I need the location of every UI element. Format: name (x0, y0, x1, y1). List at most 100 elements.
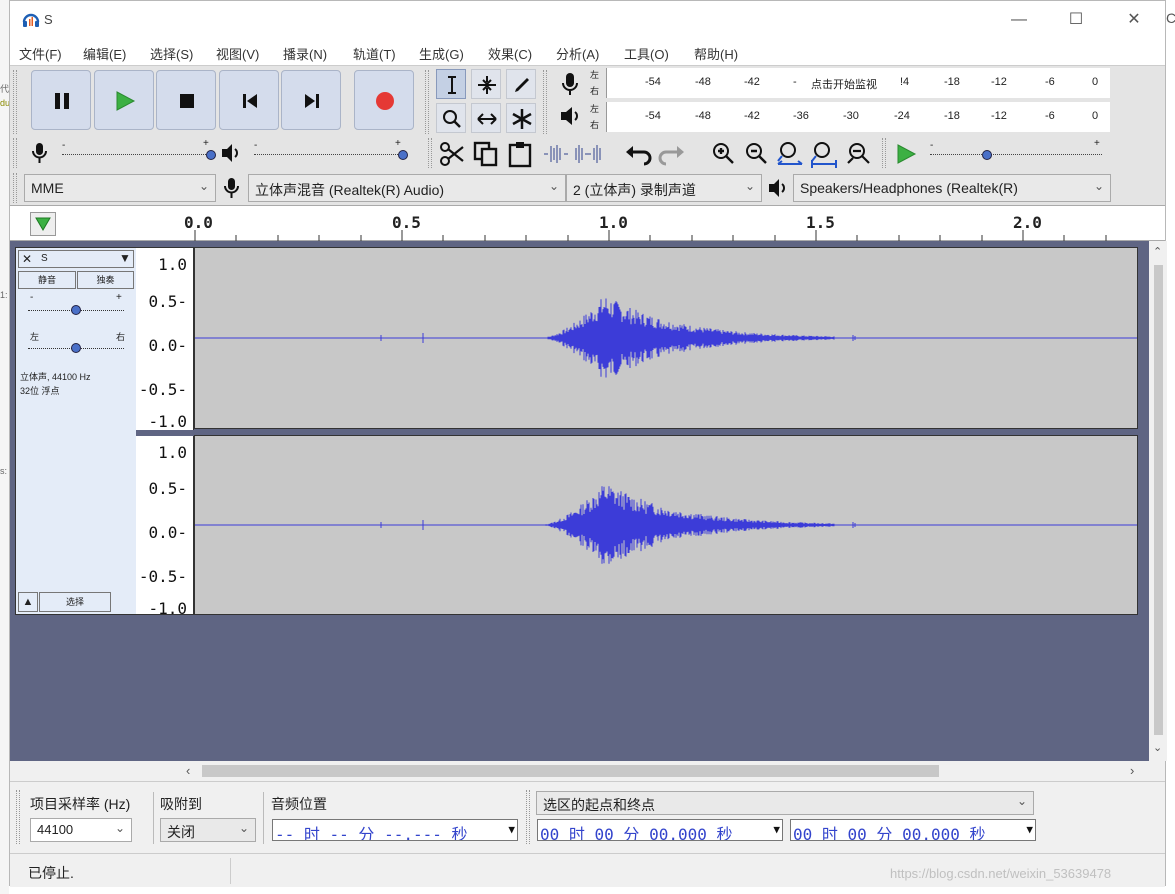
slider-minus: - (62, 140, 66, 151)
paste-icon[interactable] (506, 140, 534, 168)
slider-thumb[interactable] (71, 305, 81, 315)
slider-thumb[interactable] (206, 150, 216, 160)
redo-icon[interactable] (656, 142, 686, 166)
menu-analyze[interactable]: 分析(A) (556, 44, 599, 63)
audio-host-select[interactable]: MME ⌄ (24, 174, 216, 202)
scale-label: -0.5- (138, 567, 187, 586)
scroll-thumb[interactable] (1154, 265, 1163, 735)
meter-tick: -54 (645, 110, 661, 122)
maximize-button[interactable]: ☐ (1056, 7, 1096, 33)
time-shift-tool[interactable] (471, 103, 501, 133)
playback-meter[interactable]: -54 -48 -42 -36 -30 -24 -18 -12 -6 0 (606, 102, 1110, 132)
playback-device-select[interactable]: Speakers/Headphones (Realtek(R) ⌄ (793, 174, 1111, 202)
menu-view[interactable]: 视图(V) (216, 44, 259, 63)
menu-effect[interactable]: 效果(C) (488, 44, 532, 63)
toolbar-grip[interactable] (428, 138, 432, 168)
fit-project-icon[interactable] (810, 140, 838, 168)
mute-button[interactable]: 静音 (18, 271, 76, 289)
play-at-speed-icon[interactable] (894, 142, 918, 166)
snap-to-select[interactable]: 关闭 ⌄ (160, 818, 256, 842)
slider-thumb[interactable] (71, 343, 81, 353)
zoom-in-icon[interactable] (710, 140, 736, 168)
menu-generate[interactable]: 生成(G) (419, 44, 464, 63)
close-icon[interactable]: ✕ (22, 252, 32, 266)
menu-transport[interactable]: 播录(N) (283, 44, 327, 63)
scissors-icon[interactable] (438, 140, 466, 168)
selection-end-field[interactable]: 00 时 00 分 00.000 秒 ▼ (790, 819, 1036, 841)
selection-start-field[interactable]: 00 时 00 分 00.000 秒 ▼ (537, 819, 783, 841)
format-dropdown-icon[interactable]: ▼ (508, 823, 515, 836)
playback-speed-slider[interactable] (930, 154, 1102, 155)
scale-label: 1.0 (158, 255, 187, 274)
recording-channels-select[interactable]: 2 (立体声) 录制声道 ⌄ (566, 174, 762, 202)
undo-icon[interactable] (624, 142, 654, 166)
fit-selection-icon[interactable] (776, 140, 804, 168)
recording-channels-value: 2 (立体声) 录制声道 (573, 182, 696, 198)
scroll-down-icon[interactable]: ⌄ (1153, 741, 1162, 754)
select-track-button[interactable]: 选择 (39, 592, 111, 612)
envelope-icon (478, 76, 496, 94)
copy-icon[interactable] (472, 140, 500, 168)
toolbar-grip[interactable] (16, 790, 20, 844)
audio-position-field[interactable]: -- 时 -- 分 --.--- 秒 ▼ (272, 819, 518, 841)
toolbar-grip[interactable] (526, 790, 530, 844)
record-button[interactable] (354, 70, 414, 130)
waveform-channel-left[interactable] (194, 247, 1138, 429)
play-button[interactable] (94, 70, 154, 130)
toolbar-grip[interactable] (13, 138, 17, 168)
zoom-out-icon[interactable] (743, 140, 769, 168)
skip-end-button[interactable] (281, 70, 341, 130)
scroll-up-icon[interactable]: ⌃ (1153, 245, 1162, 258)
menu-file[interactable]: 文件(F) (19, 44, 62, 63)
pause-button[interactable] (31, 70, 91, 130)
toolbar-grip[interactable] (13, 173, 17, 203)
stop-button[interactable] (156, 70, 216, 130)
toolbar-grip[interactable] (425, 70, 429, 134)
scroll-right-icon[interactable]: › (1130, 763, 1134, 778)
toolbar-grip[interactable] (543, 70, 547, 134)
menu-tracks[interactable]: 轨道(T) (353, 44, 396, 63)
scroll-thumb[interactable] (202, 765, 939, 777)
silence-audio-icon[interactable] (573, 142, 603, 166)
recording-device-select[interactable]: 立体声混音 (Realtek(R) Audio) ⌄ (248, 174, 566, 202)
zoom-toggle-icon[interactable] (844, 140, 872, 168)
solo-button[interactable]: 独奏 (77, 271, 134, 289)
selection-tool[interactable] (436, 69, 466, 99)
multi-tool[interactable] (506, 103, 536, 133)
selection-start-value: 00 时 00 分 00.000 秒 (540, 825, 733, 841)
timeline-ruler[interactable]: 0.0 0.5 1.0 1.5 2.0 (10, 205, 1165, 241)
slider-thumb[interactable] (398, 150, 408, 160)
menu-select[interactable]: 选择(S) (150, 44, 193, 63)
divider (230, 858, 231, 884)
format-dropdown-icon[interactable]: ▼ (1026, 823, 1033, 836)
toolbar-grip[interactable] (13, 70, 17, 134)
menu-edit[interactable]: 编辑(E) (83, 44, 126, 63)
scroll-left-icon[interactable]: ‹ (186, 763, 190, 778)
meter-tick: -42 (744, 110, 760, 122)
horizontal-scrollbar[interactable]: ‹ › (10, 761, 1149, 781)
project-rate-select[interactable]: 44100 ⌄ (30, 818, 132, 842)
zoom-tool[interactable] (436, 103, 466, 133)
menu-help[interactable]: 帮助(H) (694, 44, 738, 63)
slider-thumb[interactable] (982, 150, 992, 160)
trim-audio-icon[interactable] (541, 142, 571, 166)
start-monitoring-label[interactable]: 点击开始监视 (811, 76, 877, 92)
vertical-scrollbar[interactable]: ⌃ ⌄ (1149, 241, 1167, 761)
format-dropdown-icon[interactable]: ▼ (773, 823, 780, 836)
collapse-track-button[interactable]: ▲ (18, 592, 38, 612)
recording-volume-slider[interactable] (62, 154, 210, 155)
record-meter[interactable]: -54 -48 -42 - 点击开始监视 !4 -18 -12 -6 0 (606, 68, 1110, 98)
close-button[interactable]: ✕ (1114, 7, 1154, 33)
toolbar-grip[interactable] (882, 138, 886, 168)
menu-tools[interactable]: 工具(O) (624, 44, 669, 63)
draw-tool[interactable] (506, 69, 536, 99)
skip-start-button[interactable] (219, 70, 279, 130)
waveform-channel-right[interactable] (194, 435, 1138, 615)
skip-to-start-icon (243, 94, 257, 108)
playback-volume-slider[interactable] (254, 154, 402, 155)
selection-mode-select[interactable]: 选区的起点和终点 ⌄ (536, 791, 1034, 815)
envelope-tool[interactable] (471, 69, 501, 99)
record-icon (376, 92, 394, 110)
track-menu-button[interactable]: ✕ S ▼ (18, 250, 134, 268)
minimize-button[interactable]: — (999, 7, 1039, 33)
